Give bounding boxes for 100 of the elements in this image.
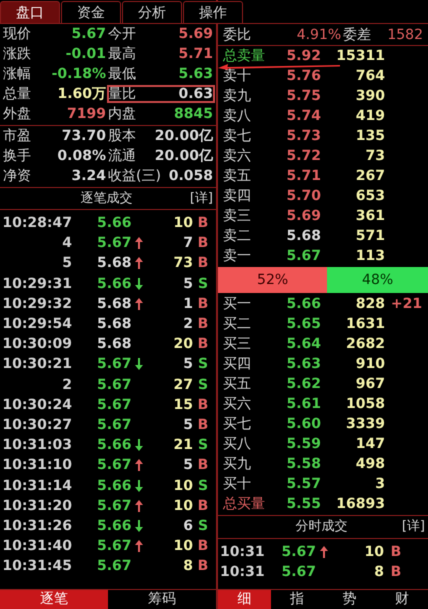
tab[interactable]: 资金 — [61, 1, 121, 23]
trade-volume: 10 — [172, 476, 193, 496]
level-label: 买八 — [223, 435, 252, 454]
trade-time: 10:31 — [219, 543, 266, 562]
field-value: 73.70 — [62, 127, 106, 146]
field-value: -0.01 — [66, 45, 106, 64]
level-price: 5.74 — [285, 107, 321, 126]
trade-time: 10:29:54 — [1, 315, 72, 334]
trade-side: S — [196, 274, 210, 294]
field-value: 8845 — [174, 105, 213, 124]
trade-price: 5.68 — [97, 254, 133, 274]
level-volume: 419 — [354, 107, 385, 126]
level-volume: 267 — [354, 167, 385, 186]
level-label: 买十 — [223, 475, 252, 494]
field-value: 0.63 — [178, 85, 213, 104]
trade-price: 5.67 — [280, 543, 316, 562]
field-label: 股本 — [108, 127, 136, 146]
level-label: 卖八 — [223, 107, 252, 126]
trade-side: S — [196, 376, 210, 395]
trade-side: B — [196, 335, 210, 354]
trade-side: B — [390, 563, 402, 582]
trade-time: 10:29:31 — [1, 274, 72, 294]
tab[interactable]: 逐笔 — [0, 590, 108, 609]
field-label: 最高 — [108, 45, 136, 64]
trade-volume: 10 — [172, 214, 193, 234]
trade-side: B — [196, 214, 210, 234]
level-price: 5.62 — [285, 375, 321, 394]
level-volume: 910 — [354, 355, 385, 374]
trade-price: 5.66 — [97, 516, 133, 536]
level-volume: 571 — [354, 227, 385, 246]
trade-time: 10:30:27 — [1, 416, 72, 435]
level-label: 卖五 — [223, 167, 252, 186]
trade-side: B — [196, 456, 210, 476]
level-label: 卖二 — [223, 227, 252, 246]
field-label: 流通 — [108, 147, 136, 166]
trade-side: B — [196, 416, 210, 435]
detail-link[interactable]: [详] — [190, 188, 213, 208]
field-label: 量比 — [108, 85, 136, 104]
level-price: 5.76 — [285, 67, 321, 86]
level-label: 买五 — [223, 375, 252, 394]
field-label: 换手 — [3, 147, 31, 166]
level-volume: 135 — [354, 127, 385, 146]
trade-volume: 10 — [172, 496, 193, 516]
trade-price: 5.66 — [97, 214, 133, 234]
buy-share-bar: 52% — [218, 267, 328, 293]
level-volume: 16893 — [335, 495, 385, 514]
trade-time: 10:31:45 — [1, 557, 72, 576]
trade-side: B — [196, 496, 210, 516]
level-label: 卖三 — [223, 207, 252, 226]
level-label: 卖六 — [223, 147, 252, 166]
trade-volume: 10 — [172, 537, 193, 556]
level-volume: 653 — [354, 187, 385, 206]
field-label: 委比 — [223, 26, 251, 44]
trade-side: S — [196, 476, 210, 496]
trade-price: 5.68 — [97, 294, 133, 314]
trade-time: 10:31:10 — [1, 456, 72, 476]
tab[interactable]: 操作 — [183, 1, 243, 23]
level-label: 买九 — [223, 455, 252, 474]
panel-title: 逐笔成交 — [79, 190, 134, 208]
trade-price: 5.67 — [97, 537, 133, 556]
level-volume: 1631 — [345, 315, 385, 334]
tab[interactable]: 细 — [218, 590, 270, 609]
field-value: 5.63 — [178, 65, 213, 84]
field-label: 委差 — [343, 26, 372, 44]
trade-price: 5.68 — [97, 335, 133, 354]
trade-volume: 7 — [182, 234, 193, 254]
trade-time: 5 — [61, 254, 72, 274]
field-value: 7199 — [67, 105, 106, 124]
trade-price: 5.67 — [97, 396, 133, 415]
trade-side: B — [196, 234, 210, 254]
level-label: 买四 — [223, 355, 252, 374]
level-volume: 498 — [354, 455, 385, 474]
trade-volume: 6 — [182, 516, 193, 536]
trade-side: S — [196, 516, 210, 536]
trade-time: 4 — [61, 234, 72, 254]
trade-time: 10:30:09 — [1, 335, 72, 354]
level-volume: 828 — [354, 295, 385, 314]
level-volume: 73 — [364, 147, 385, 166]
field-value: 5.67 — [71, 25, 106, 44]
trade-side: B — [196, 254, 210, 274]
trade-price: 5.67 — [97, 416, 133, 435]
field-value: 20.00亿 — [154, 147, 213, 166]
trade-price: 5.67 — [97, 456, 133, 476]
volume-change: +21 — [390, 295, 424, 314]
tab[interactable]: 分析 — [122, 1, 182, 23]
trade-volume: 21 — [172, 436, 193, 456]
tab[interactable]: 盘口 — [0, 1, 60, 23]
detail-link[interactable]: [详] — [402, 517, 425, 537]
trade-volume: 5 — [182, 416, 193, 435]
trade-side: B — [196, 294, 210, 314]
trade-volume: 10 — [364, 543, 384, 562]
level-price: 5.72 — [285, 147, 321, 166]
level-label: 卖四 — [223, 187, 252, 206]
trade-price: 5.67 — [97, 355, 133, 374]
trade-volume: 5 — [182, 355, 193, 374]
level-label: 买六 — [223, 395, 252, 414]
level-label: 总卖量 — [223, 47, 266, 66]
trade-side: B — [196, 396, 210, 415]
trade-time: 10:31:03 — [1, 436, 72, 456]
trade-time: 10:31:26 — [1, 516, 72, 536]
